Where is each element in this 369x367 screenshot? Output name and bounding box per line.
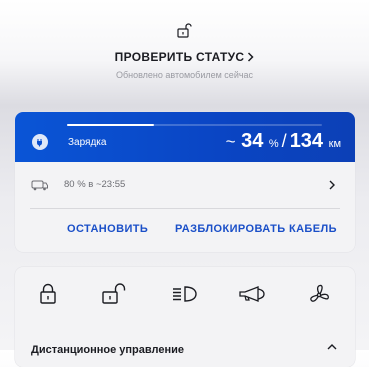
charge-target-text: 80 % в ~23:55	[64, 179, 126, 190]
battery-percent: 34	[241, 130, 264, 152]
range-km: 134	[289, 130, 324, 152]
charging-label: Зарядка	[68, 137, 107, 148]
horn-icon[interactable]	[237, 283, 267, 305]
lock-icon[interactable]	[38, 283, 58, 305]
car-charging-icon	[31, 180, 48, 191]
km-unit: км	[328, 138, 341, 150]
chevron-right-icon	[329, 180, 335, 190]
remote-control-title: Дистанционное управление	[31, 344, 184, 356]
unlock-cable-button[interactable]: РАЗБЛОКИРОВАТЬ КАБЕЛЬ	[175, 223, 337, 235]
check-status-label: ПРОВЕРИТЬ СТАТУС	[114, 50, 245, 64]
fan-icon[interactable]	[307, 283, 331, 307]
remote-control-card: Дистанционное управление	[15, 267, 355, 367]
plug-icon	[32, 134, 48, 150]
unlock-status-icon	[177, 23, 192, 38]
headlights-icon[interactable]	[171, 283, 199, 305]
status-updated-text: Обновлено автомобилем сейчас	[115, 70, 254, 80]
chevron-right-icon	[247, 51, 254, 65]
charge-progress-bar	[67, 124, 322, 126]
charging-card: Зарядка ~ 34 %/134 км 80 % в ~23:55 ОСТА…	[15, 112, 355, 252]
range-approx: ~	[225, 132, 236, 151]
percent-unit: %	[268, 138, 279, 150]
check-status-link[interactable]: ПРОВЕРИТЬ СТАТУС	[0, 50, 369, 65]
range-separator: /	[281, 131, 287, 151]
unlock-icon[interactable]	[101, 283, 127, 305]
divider	[30, 208, 340, 209]
charge-range: ~ 34 %/134 км	[226, 130, 341, 153]
chevron-up-icon[interactable]	[327, 343, 337, 350]
charge-progress-fill	[67, 124, 154, 126]
charge-target-row[interactable]: 80 % в ~23:55	[15, 171, 355, 201]
charging-header[interactable]: Зарядка ~ 34 %/134 км	[15, 112, 355, 162]
stop-charging-button[interactable]: ОСТАНОВИТЬ	[67, 223, 148, 235]
